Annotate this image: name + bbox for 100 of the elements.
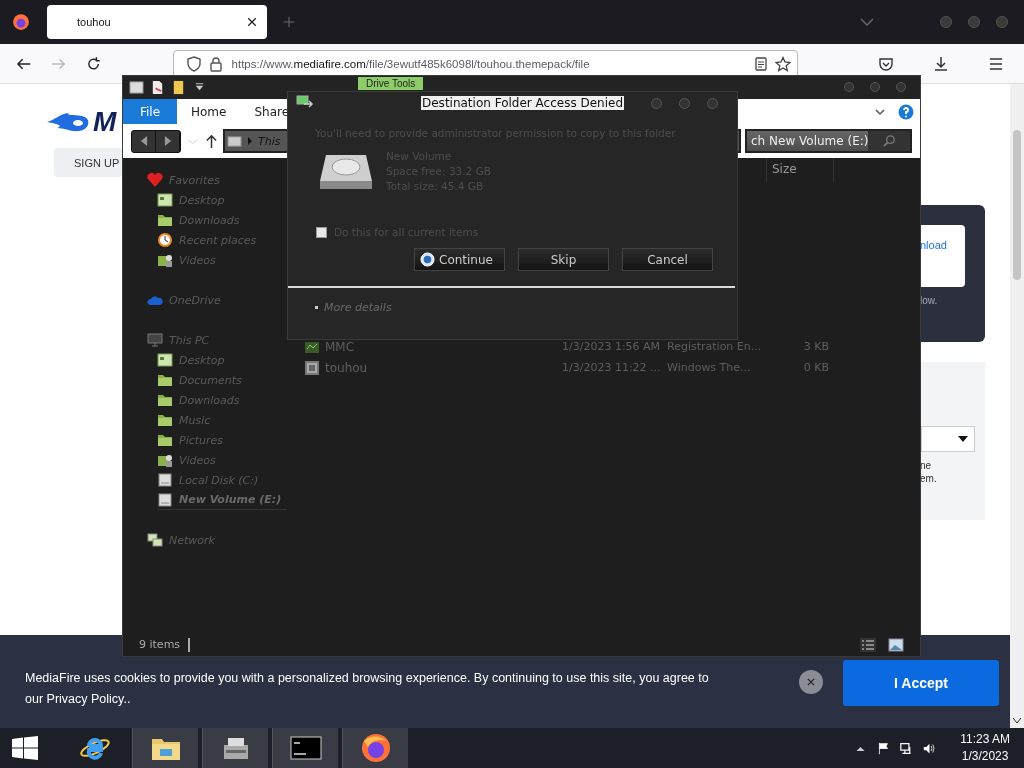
nav-item[interactable]: New Volume (E:) xyxy=(157,490,287,510)
flame-logo-icon xyxy=(45,110,91,134)
reload-icon[interactable] xyxy=(86,55,102,72)
clock[interactable]: 11:23 AM 1/3/2023 xyxy=(960,731,1010,765)
theme-file-icon xyxy=(304,359,320,376)
nav-item[interactable]: Videos xyxy=(157,450,288,470)
file-size: 3 KB xyxy=(802,340,829,353)
nav-item[interactable]: Downloads xyxy=(157,390,288,410)
reader-view-icon[interactable] xyxy=(753,55,769,72)
up-arrow-icon[interactable] xyxy=(204,133,219,149)
document-icon[interactable] xyxy=(150,80,165,95)
nav-item[interactable]: Favorites xyxy=(147,170,288,190)
scrollbar[interactable] xyxy=(1010,84,1024,728)
checkbox[interactable] xyxy=(316,226,327,238)
film-folder-icon xyxy=(157,252,173,268)
folder-icon xyxy=(157,212,173,228)
dialog-button[interactable]: Skip xyxy=(518,248,609,271)
address-bar[interactable]: https://www.mediafire.com/file/3ewutf485k6098l/touhou.themepack/file xyxy=(172,49,798,78)
nav-item[interactable]: Pictures xyxy=(157,430,288,450)
shield-icon[interactable] xyxy=(185,55,202,72)
dialog-button[interactable]: Cancel xyxy=(622,248,713,271)
breadcrumb-text: This xyxy=(258,134,281,148)
details-view-icon[interactable] xyxy=(860,637,876,652)
ribbon-tab[interactable]: File xyxy=(123,99,177,124)
desktop-icon xyxy=(157,352,173,368)
thumbnail-view-icon[interactable] xyxy=(888,637,904,652)
lock-icon[interactable] xyxy=(207,55,224,72)
download-icon[interactable] xyxy=(933,55,949,72)
monitor-icon xyxy=(147,332,163,348)
clock-icon xyxy=(157,232,173,248)
folder-icon xyxy=(157,412,173,428)
nav-item[interactable]: Local Disk (C:) xyxy=(157,470,288,490)
windows-logo-icon[interactable] xyxy=(12,736,38,760)
arrow-down-icon[interactable] xyxy=(1013,718,1021,724)
drive-icon[interactable] xyxy=(129,80,144,95)
hard-drive-icon xyxy=(318,153,374,191)
taskbar-app[interactable] xyxy=(202,728,268,768)
browser-tab[interactable]: touhou xyxy=(47,5,267,39)
scrollbar-thumb[interactable] xyxy=(1013,130,1021,280)
folder-icon xyxy=(157,372,173,388)
help-icon[interactable] xyxy=(898,103,914,120)
time-text: 11:23 AM xyxy=(960,731,1010,748)
file-name: MMC xyxy=(325,339,355,354)
url-text: https://www.mediafire.com/file/3ewutf485k6098l/touhou.themepack/file xyxy=(231,57,591,70)
heart-icon xyxy=(147,172,163,188)
file-size: 0 KB xyxy=(802,361,829,374)
column-header[interactable]: Size xyxy=(766,158,834,182)
download-link[interactable]: nload xyxy=(920,239,947,251)
firefox-logo-icon xyxy=(359,733,392,763)
search-icon[interactable] xyxy=(881,133,897,149)
film-folder-icon xyxy=(157,452,173,468)
panel-note: low. xyxy=(919,294,939,306)
file-date: 1/3/2023 11:22 ... xyxy=(562,361,662,374)
accept-button[interactable]: I Accept xyxy=(843,659,999,706)
desktop-icon xyxy=(157,192,173,208)
date-text: 1/3/2023 xyxy=(961,748,1009,765)
folder-icon xyxy=(157,432,173,448)
file-date: 1/3/2023 1:56 AM xyxy=(562,340,662,353)
network-icon xyxy=(147,532,163,548)
taskbar-app[interactable] xyxy=(272,728,338,768)
search-field[interactable]: ch New Volume (E:) xyxy=(745,129,912,153)
taskbar-app[interactable] xyxy=(132,728,198,768)
nav-item[interactable]: Music xyxy=(157,410,288,430)
taskbar-app[interactable] xyxy=(342,728,408,768)
nav-item[interactable]: OneDrive xyxy=(147,290,288,310)
file-name: touhou xyxy=(325,360,368,375)
command-prompt-icon xyxy=(289,733,322,763)
sign-up-button[interactable]: SIGN UP xyxy=(54,148,122,177)
item-count: 9 items xyxy=(139,638,181,651)
pocket-icon[interactable] xyxy=(878,55,894,72)
caret-icon xyxy=(958,436,968,442)
file-row[interactable]: MMC 1/3/2023 1:56 AM Registration En... 3 KB xyxy=(288,336,920,357)
nav-item[interactable]: Network xyxy=(147,530,288,550)
more-details-link[interactable]: More details xyxy=(324,301,392,314)
close-icon[interactable] xyxy=(247,17,257,27)
menu-icon[interactable] xyxy=(988,55,1004,72)
file-type: Registration En... xyxy=(667,340,763,353)
dropdown[interactable] xyxy=(921,426,975,452)
bullet-icon xyxy=(315,306,318,309)
logo-text: M xyxy=(93,106,117,138)
file-row[interactable]: touhou 1/3/2023 11:22 ... Windows The... 0 KB xyxy=(288,357,920,378)
nav-item[interactable]: Desktop xyxy=(157,190,288,210)
ribbon-tab[interactable]: Home xyxy=(177,99,241,124)
folder-icon[interactable] xyxy=(171,80,186,95)
nav-item[interactable]: This PC xyxy=(147,330,288,350)
ribbon-tab[interactable]: Drive Tools xyxy=(358,77,424,90)
network-icon[interactable] xyxy=(900,741,914,755)
chevron-down-icon[interactable] xyxy=(860,18,874,26)
speaker-icon[interactable] xyxy=(923,741,937,755)
browser-logo-icon xyxy=(12,13,30,31)
file-type: Windows The... xyxy=(667,361,752,374)
close-button[interactable] xyxy=(799,669,823,694)
drive-icon xyxy=(157,472,173,488)
flag-icon[interactable] xyxy=(877,741,891,755)
drive-icon xyxy=(157,491,173,508)
star-icon[interactable] xyxy=(775,55,791,72)
nav-item[interactable]: Desktop xyxy=(157,350,288,370)
dialog-button[interactable]: Continue xyxy=(414,248,505,271)
nav-item[interactable]: Documents xyxy=(157,370,288,390)
dialog-title: Destination Folder Access Denied xyxy=(421,96,625,110)
